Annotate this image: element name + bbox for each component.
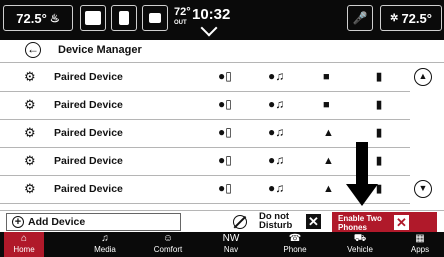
fan-icon: ✲ (390, 12, 399, 24)
gear-icon[interactable]: ⚙ (24, 154, 36, 168)
car-silhouette-icon[interactable]: ▲ (323, 183, 334, 195)
scroll-down-button[interactable]: ▼ (414, 180, 432, 198)
signal-icon: ▮ (376, 71, 383, 83)
gear-icon[interactable]: ⚙ (24, 126, 36, 140)
message-icon[interactable]: ■ (323, 99, 330, 111)
media-audio-icon[interactable]: ●♫ (268, 69, 284, 83)
media-audio-icon[interactable]: ●♫ (268, 125, 284, 139)
action-bar: + Add Device Do not Disturb ✕ Enable Two… (0, 210, 444, 233)
clock: 10:32 (192, 6, 231, 23)
message-icon[interactable]: ■ (323, 71, 330, 83)
media-audio-icon[interactable]: ●♫ (268, 181, 284, 195)
nav-bar: ⌂ Home ♫ Media ☺ Comfort NW Nav ☎ Phone … (0, 232, 444, 257)
phone-audio-icon[interactable]: ●▯ (218, 125, 232, 139)
signal-icon: ▮ (376, 99, 383, 111)
voice-button[interactable]: 🎤 (347, 5, 373, 31)
car-silhouette-icon[interactable]: ▲ (323, 155, 334, 167)
plus-icon: + (12, 216, 24, 228)
device-row[interactable]: ⚙ Paired Device ●▯ ●♫ ▲ ▮ (0, 120, 410, 148)
device-label: Paired Device (54, 71, 123, 83)
phone-audio-icon[interactable]: ●▯ (218, 97, 232, 111)
back-arrow-icon[interactable]: ← (25, 42, 41, 58)
nav-comfort[interactable]: ☺ Comfort (146, 232, 190, 257)
nav-vehicle[interactable]: ⛟ Vehicle (338, 232, 382, 257)
device-row[interactable]: ⚙ Paired Device ●▯ ●♫ ■ ▮ (0, 64, 410, 92)
media-audio-icon[interactable]: ●♫ (268, 97, 284, 111)
nav-phone[interactable]: ☎ Phone (275, 232, 315, 257)
person-icon (85, 11, 101, 25)
nav-media[interactable]: ♫ Media (85, 232, 125, 257)
seat-icon: ☺ (162, 233, 174, 244)
phone-status-button[interactable] (111, 5, 137, 31)
device-label: Paired Device (54, 155, 123, 167)
signal-icon: ▮ (376, 155, 383, 167)
device-row[interactable]: ⚙ Paired Device ●▯ ●♫ ■ ▮ (0, 92, 410, 120)
seat-heat-icon: ♨ (49, 12, 60, 25)
signal-icon: ▮ (376, 127, 383, 139)
enable-two-phones-label: Enable Two Phones (338, 214, 382, 232)
home-icon: ⌂ (20, 233, 28, 244)
phone-audio-icon[interactable]: ●▯ (218, 69, 232, 83)
music-icon: ♫ (101, 233, 109, 244)
page-header: ← Device Manager (0, 40, 444, 63)
annotation-arrow-head (346, 184, 378, 206)
annotation-arrow (356, 142, 368, 186)
gear-icon[interactable]: ⚙ (24, 70, 36, 84)
climate-temp-right[interactable]: ✲ 72.5° (380, 5, 442, 31)
media-audio-icon[interactable]: ●♫ (268, 153, 284, 167)
driver-profile-button[interactable] (80, 5, 106, 31)
page-title: Device Manager (58, 44, 142, 56)
camera-button[interactable] (142, 5, 168, 31)
outside-temp: 72° OUT (174, 6, 191, 27)
gear-icon[interactable]: ⚙ (24, 182, 36, 196)
dnd-toggle[interactable]: ✕ (306, 214, 321, 229)
climate-temp-left[interactable]: 72.5° ♨ (3, 5, 73, 31)
camera-icon (149, 13, 161, 23)
phone-icon (119, 11, 129, 25)
gear-icon[interactable]: ⚙ (24, 98, 36, 112)
grid-icon: ▦ (415, 233, 425, 244)
do-not-disturb-icon (233, 215, 247, 229)
mic-icon: 🎤 (352, 11, 368, 25)
scroll-up-button[interactable]: ▲ (414, 68, 432, 86)
status-bar: 72.5° ♨ 72° OUT 10:32 🎤 ✲ 72.5° (0, 0, 444, 40)
dnd-label: Do not Disturb (259, 211, 293, 231)
add-device-label: Add Device (28, 216, 86, 228)
phone-audio-icon[interactable]: ●▯ (218, 153, 232, 167)
nav-apps[interactable]: ▦ Apps (400, 232, 440, 257)
enable-two-phones-control[interactable]: Enable Two Phones ✕ (332, 212, 437, 233)
device-list: ⚙ Paired Device ●▯ ●♫ ■ ▮ ⚙ Paired Devic… (0, 64, 410, 204)
enable-two-phones-toggle[interactable]: ✕ (394, 215, 409, 230)
phone-audio-icon[interactable]: ●▯ (218, 181, 232, 195)
car-icon: ⛟ (353, 233, 367, 244)
car-silhouette-icon[interactable]: ▲ (323, 127, 334, 139)
add-device-button[interactable]: + Add Device (6, 213, 181, 231)
device-label: Paired Device (54, 99, 123, 111)
device-label: Paired Device (54, 127, 123, 139)
device-row[interactable]: ⚙ Paired Device ●▯ ●♫ ▲ ▮ (0, 148, 410, 176)
nav-nav[interactable]: NW Nav (213, 232, 249, 257)
compass-icon: NW (222, 233, 240, 244)
device-label: Paired Device (54, 183, 123, 195)
nav-home[interactable]: ⌂ Home (4, 232, 44, 257)
phone-icon: ☎ (288, 233, 302, 244)
